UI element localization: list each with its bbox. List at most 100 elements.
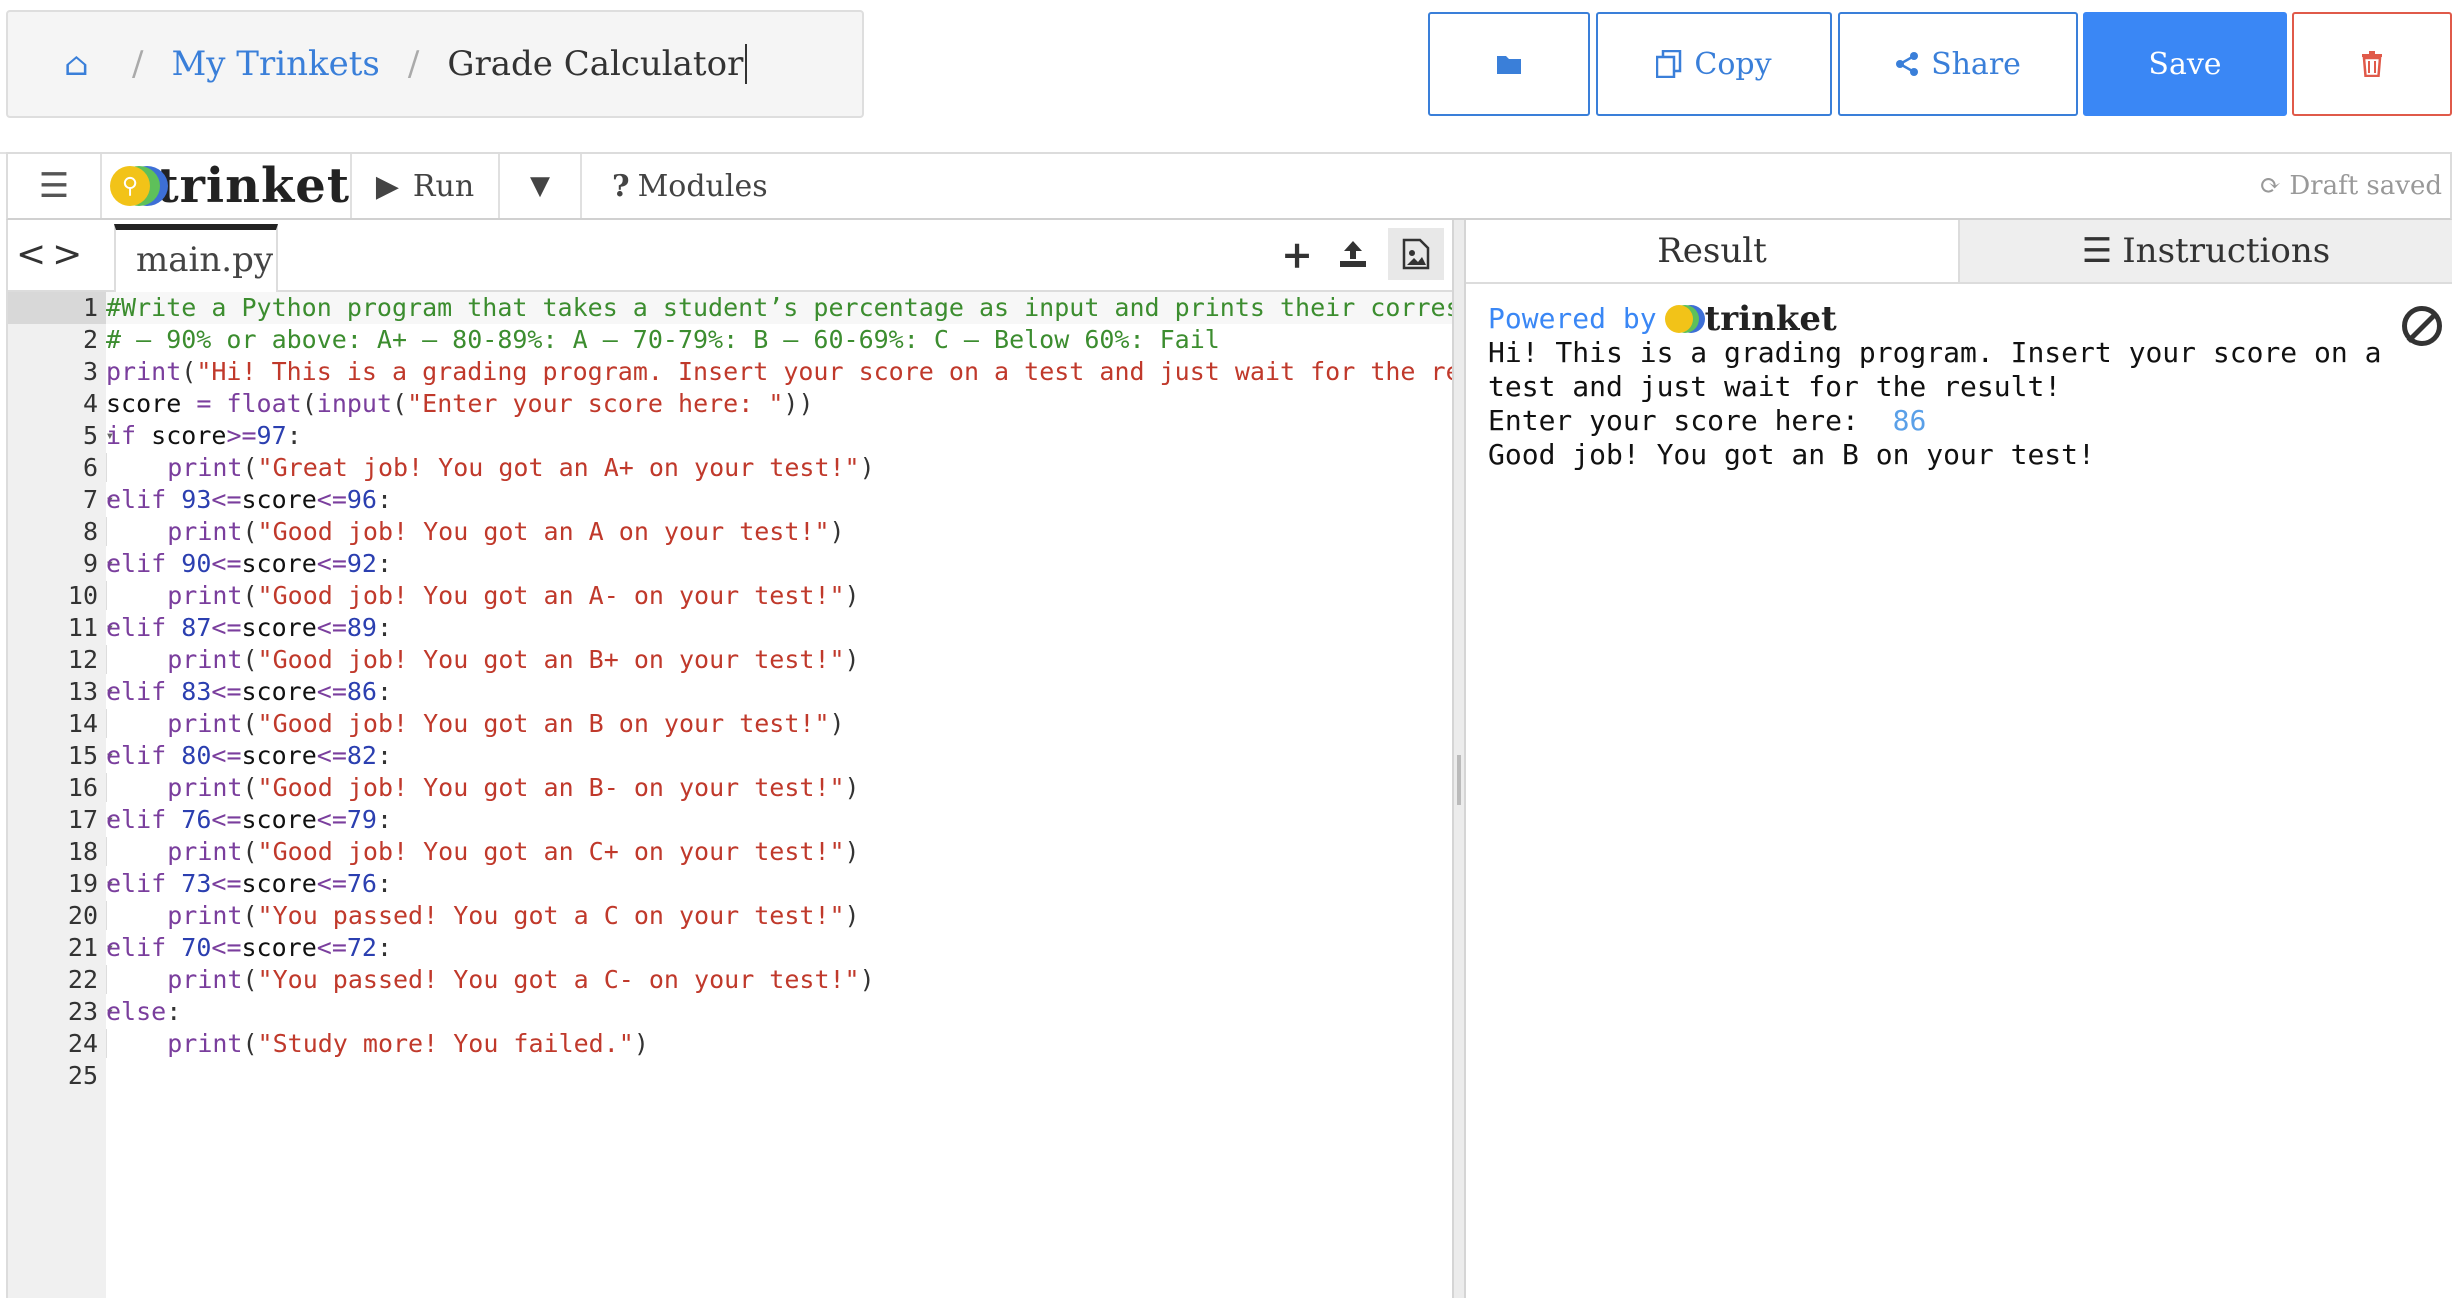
menu-button[interactable]: ☰ — [8, 154, 102, 218]
code-line[interactable]: elif 90<=score<=92: — [106, 548, 1452, 580]
share-label: Share — [1931, 46, 2021, 82]
editor-toolbar: ☰ ⚲ trinket ▶ Run ▼ ? Modules ⟳ Draft sa… — [6, 152, 2452, 220]
console-line: test and just wait for the result! — [1488, 370, 2062, 403]
draft-label: Draft saved — [2289, 171, 2442, 201]
code-line[interactable]: elif 70<=score<=72: — [106, 932, 1452, 964]
upload-icon[interactable] — [1332, 228, 1374, 280]
breadcrumb-separator: / — [407, 44, 420, 84]
line-number: 18 — [67, 837, 98, 866]
code-line[interactable]: print("You passed! You got a C- on your … — [106, 964, 1452, 996]
line-number: 17 ▾ — [67, 805, 114, 834]
code-line[interactable]: #Write a Python program that takes a stu… — [106, 292, 1452, 324]
home-icon[interactable]: ⌂ — [64, 45, 104, 83]
code-line[interactable]: print("Hi! This is a grading program. In… — [106, 356, 1452, 388]
code-line[interactable]: score = float(input("Enter your score he… — [106, 388, 1452, 420]
code-line[interactable]: elif 87<=score<=89: — [106, 612, 1452, 644]
copy-label: Copy — [1694, 46, 1772, 82]
trinket-logo[interactable]: ⚲ trinket — [102, 154, 352, 218]
line-number: 3 — [82, 357, 98, 386]
folder-icon — [1497, 56, 1521, 74]
save-label: Save — [2148, 46, 2222, 82]
code-line[interactable]: print("Study more! You failed.") — [106, 1028, 1452, 1060]
breadcrumb: ⌂ / My Trinkets / Grade Calculator — [6, 10, 864, 118]
line-number: 24 — [67, 1029, 98, 1058]
code-line[interactable]: elif 93<=score<=96: — [106, 484, 1452, 516]
tab-instructions[interactable]: ☰ Instructions — [1960, 220, 2452, 282]
splitter-grip[interactable] — [1457, 755, 1461, 805]
line-number: 14 — [67, 709, 98, 738]
run-options-dropdown[interactable]: ▼ — [500, 154, 582, 218]
tab-main-py[interactable]: main.py — [114, 224, 278, 294]
modules-label: Modules — [637, 168, 768, 204]
code-line[interactable]: print("Good job! You got an B on your te… — [106, 708, 1452, 740]
console-line: Hi! This is a grading program. Insert yo… — [1488, 336, 2382, 369]
code-area[interactable]: #Write a Python program that takes a stu… — [106, 292, 1452, 1298]
tab-nav-arrows[interactable]: <> — [16, 234, 88, 275]
line-number: 4 — [82, 389, 98, 418]
draft-status: ⟳ Draft saved — [2260, 154, 2450, 218]
code-line[interactable]: if score>=97: — [106, 420, 1452, 452]
code-line[interactable]: print("Good job! You got an B- on your t… — [106, 772, 1452, 804]
caret-down-icon: ▼ — [530, 171, 550, 201]
code-line[interactable]: elif 73<=score<=76: — [106, 868, 1452, 900]
console-line: Good job! You got an B on your test! — [1488, 438, 2095, 471]
code-line[interactable]: print("Good job! You got an C+ on your t… — [106, 836, 1452, 868]
share-button[interactable]: Share — [1838, 12, 2078, 116]
code-line[interactable]: else: — [106, 996, 1452, 1028]
line-number: 7 ▾ — [82, 485, 114, 514]
trinket-title-input[interactable]: Grade Calculator — [447, 44, 748, 84]
console-prompt: Enter your score here: — [1488, 404, 1876, 437]
code-line[interactable]: elif 83<=score<=86: — [106, 676, 1452, 708]
delete-button[interactable] — [2292, 12, 2452, 116]
code-line[interactable]: # – 90% or above: A+ – 80-89%: A – 70-79… — [106, 324, 1452, 356]
line-number: 20 — [67, 901, 98, 930]
instructions-label: Instructions — [2122, 231, 2331, 271]
run-button[interactable]: ▶ Run — [352, 154, 500, 218]
add-file-icon[interactable]: + — [1276, 228, 1318, 280]
code-line[interactable]: print("Great job! You got an A+ on your … — [106, 452, 1452, 484]
trinket-logo-icon: ⚲ — [110, 166, 168, 206]
line-number: 21 ▾ — [67, 933, 114, 962]
code-editor-pane: <> main.py + 1▾2 3 4 5▾ 6 7▾ 8 9▾ 10 11▾ 12 13▾ 14 15… — [6, 220, 1454, 1298]
copy-icon — [1656, 50, 1682, 78]
console-input-value: 86 — [1892, 404, 1927, 437]
question-icon: ? — [612, 168, 630, 204]
code-line[interactable]: print("Good job! You got an B+ on your t… — [106, 644, 1452, 676]
line-number: 1▾ — [8, 292, 114, 324]
line-number: 6 — [82, 453, 98, 482]
modules-button[interactable]: ? Modules — [582, 154, 768, 218]
line-number: 11 ▾ — [67, 613, 114, 642]
code-line[interactable]: print("You passed! You got a C on your t… — [106, 900, 1452, 932]
breadcrumb-separator: / — [132, 44, 144, 84]
code-line[interactable]: elif 76<=score<=79: — [106, 804, 1452, 836]
line-number: 2 — [82, 325, 98, 354]
line-number: 12 — [67, 645, 98, 674]
output-tabs: Result ☰ Instructions — [1466, 220, 2452, 284]
chevron-left-icon[interactable]: < — [16, 234, 52, 275]
list-icon: ☰ — [2081, 231, 2113, 271]
powered-by-label: Powered by — [1488, 302, 1657, 335]
image-library-icon[interactable] — [1388, 228, 1444, 280]
line-number: 8 — [82, 517, 98, 546]
logo-text: trinket — [156, 158, 350, 214]
output-pane: Result ☰ Instructions Powered by trinket… — [1466, 220, 2452, 1298]
folder-button[interactable] — [1428, 12, 1590, 116]
line-number: 13 ▾ — [67, 677, 114, 706]
line-number: 10 — [67, 581, 98, 610]
line-number: 19 ▾ — [67, 869, 114, 898]
code-line[interactable]: print("Good job! You got an A- on your t… — [106, 580, 1452, 612]
console-input-line: Enter your score here: 86 — [1488, 404, 2438, 438]
copy-button[interactable]: Copy — [1596, 12, 1832, 116]
pane-splitter[interactable] — [1452, 220, 1466, 1298]
save-button[interactable]: Save — [2083, 12, 2287, 116]
breadcrumb-my-trinkets[interactable]: My Trinkets — [171, 44, 379, 84]
code-line[interactable]: print("Good job! You got an A on your te… — [106, 516, 1452, 548]
chevron-right-icon[interactable]: > — [52, 234, 88, 275]
code-line[interactable] — [106, 1060, 1452, 1092]
console-output[interactable]: Powered by trinket Hi! This is a grading… — [1488, 302, 2438, 472]
code-line[interactable]: elif 80<=score<=82: — [106, 740, 1452, 772]
trinket-mini-logo-icon — [1664, 305, 1705, 333]
line-number: 25 — [67, 1061, 98, 1090]
line-number: 5 ▾ — [82, 421, 114, 450]
tab-result[interactable]: Result — [1466, 220, 1960, 282]
